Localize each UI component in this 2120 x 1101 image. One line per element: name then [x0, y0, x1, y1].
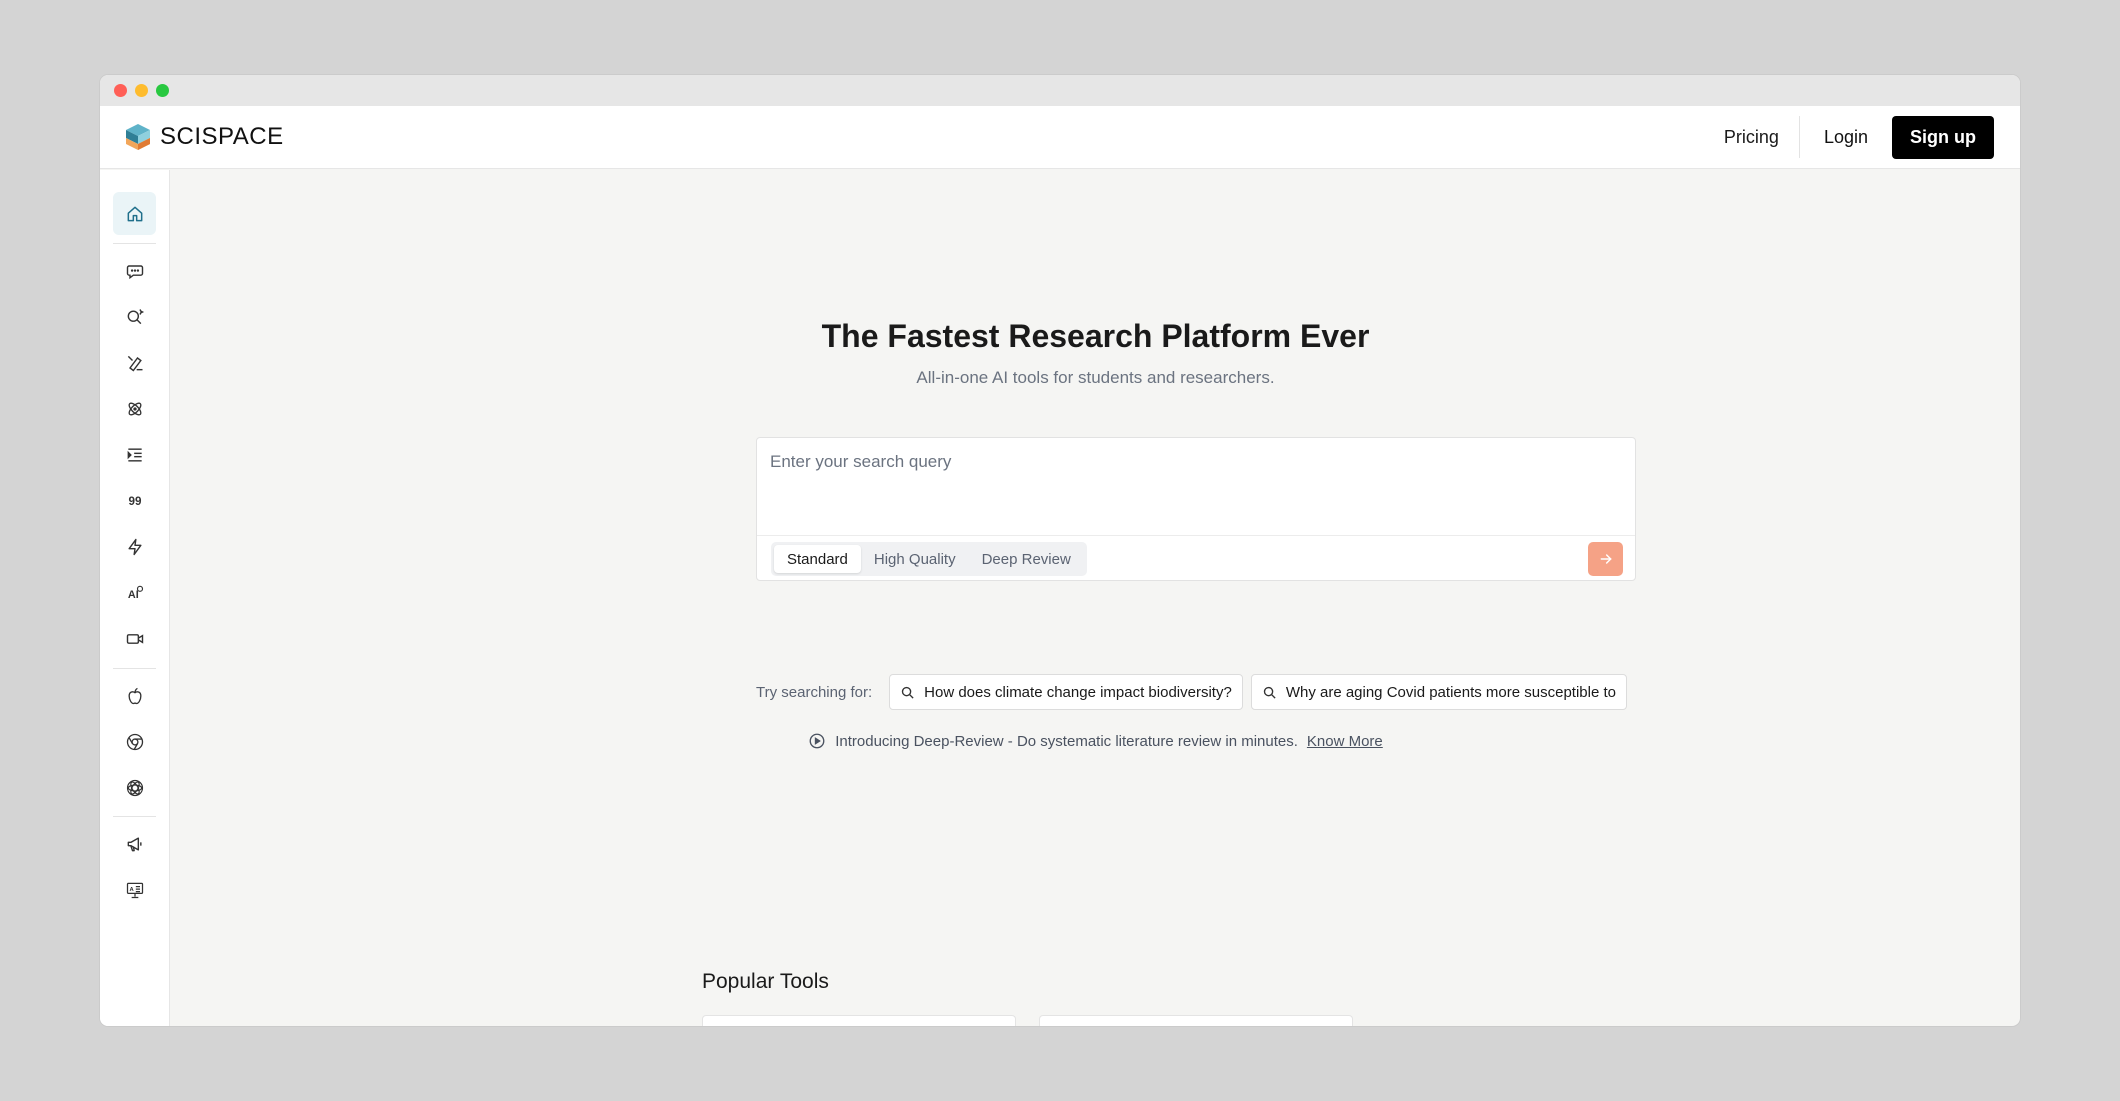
chat-icon [126, 264, 143, 279]
nav-actions: Pricing Login Sign up [1704, 106, 1994, 168]
quote-icon: 99 [128, 495, 141, 508]
close-window-button[interactable] [114, 84, 127, 97]
browser-window: SCISPACE Pricing Login Sign up 99 AI A T… [100, 75, 2020, 1026]
suggestion-chip[interactable]: How does climate change impact biodivers… [889, 674, 1243, 710]
home-icon [127, 206, 142, 221]
tool-card-writer[interactable] [1039, 1015, 1353, 1026]
sidebar-item-citation[interactable]: 99 [113, 479, 156, 522]
arrow-right-icon [1600, 554, 1612, 564]
main-content: The Fastest Research Platform Ever All-i… [171, 170, 2020, 1026]
sidebar-item-writer[interactable] [113, 341, 156, 384]
search-toolbar: Standard High Quality Deep Review [757, 535, 1635, 581]
search-icon [127, 308, 144, 324]
suggestion-text: How does climate change impact biodivers… [924, 683, 1232, 701]
sidebar-item-atom[interactable] [113, 387, 156, 430]
sidebar-divider [113, 668, 156, 669]
sidebar-item-home[interactable] [113, 192, 156, 235]
sidebar-item-chat[interactable] [113, 249, 156, 292]
sidebar-item-chrome[interactable] [113, 720, 156, 763]
openai-icon [126, 779, 143, 796]
search-box: Standard High Quality Deep Review [756, 437, 1636, 581]
popular-tools-heading: Popular Tools [702, 970, 829, 993]
sidebar-item-outline[interactable] [113, 433, 156, 476]
pricing-link[interactable]: Pricing [1704, 116, 1799, 158]
signup-button[interactable]: Sign up [1892, 115, 1994, 159]
search-icon [1263, 686, 1276, 699]
announcement-text: Introducing Deep-Review - Do systematic … [835, 732, 1298, 750]
know-more-link[interactable]: Know More [1307, 733, 1383, 750]
lightning-icon [127, 538, 142, 555]
outline-icon [127, 447, 142, 462]
minimize-window-button[interactable] [135, 84, 148, 97]
title-bar [100, 75, 2020, 106]
megaphone-icon [127, 836, 142, 851]
pen-icon [127, 355, 142, 371]
submit-search-button[interactable] [1588, 542, 1623, 576]
page-title: The Fastest Research Platform Ever [821, 318, 1370, 354]
page-subtitle: All-in-one AI tools for students and res… [916, 368, 1275, 387]
tool-card-chat[interactable] [702, 1015, 1016, 1026]
presentation-icon: A [126, 882, 143, 898]
sidebar-item-presentation[interactable]: A [113, 868, 156, 911]
maximize-window-button[interactable] [156, 84, 169, 97]
top-navigation: SCISPACE Pricing Login Sign up [100, 106, 2020, 169]
mode-standard[interactable]: Standard [774, 545, 861, 573]
sidebar: 99 AI A [100, 170, 170, 1026]
mode-high-quality[interactable]: High Quality [861, 545, 969, 573]
video-icon [126, 633, 143, 644]
sidebar-item-video[interactable] [113, 617, 156, 660]
suggestion-text: Why are aging Covid patients more suscep… [1285, 683, 1616, 701]
sidebar-item-lightning[interactable] [113, 525, 156, 568]
svg-text:99: 99 [128, 495, 141, 508]
play-circle-icon [809, 733, 825, 749]
sidebar-item-search[interactable] [113, 295, 156, 338]
suggestion-chip[interactable]: Why are aging Covid patients more suscep… [1250, 674, 1627, 710]
apple-icon [127, 687, 142, 704]
search-icon [901, 686, 914, 699]
sidebar-item-ai-detector[interactable]: AI [113, 571, 156, 614]
mode-deep-review[interactable]: Deep Review [969, 545, 1084, 573]
ai-detect-icon: AI [127, 585, 143, 601]
sidebar-item-announcements[interactable] [113, 822, 156, 865]
svg-text:A: A [129, 886, 134, 892]
sidebar-item-apple[interactable] [113, 674, 156, 717]
announcement-banner: Introducing Deep-Review - Do systematic … [171, 732, 2020, 750]
brand-logo[interactable]: SCISPACE [124, 122, 284, 152]
chrome-icon [126, 733, 143, 750]
search-mode-selector: Standard High Quality Deep Review [771, 542, 1087, 576]
search-input[interactable] [757, 438, 1635, 534]
suggestions-row: Try searching for: How does climate chan… [756, 674, 1636, 710]
brand-name: SCISPACE [160, 123, 284, 150]
sidebar-divider [113, 243, 156, 244]
sidebar-item-chatgpt[interactable] [113, 766, 156, 809]
svg-text:AI: AI [127, 589, 138, 601]
suggestions-label: Try searching for: [756, 683, 873, 701]
atom-icon [128, 402, 141, 415]
scispace-logo-icon [126, 124, 150, 150]
login-link[interactable]: Login [1800, 127, 1892, 148]
sidebar-divider [113, 816, 156, 817]
